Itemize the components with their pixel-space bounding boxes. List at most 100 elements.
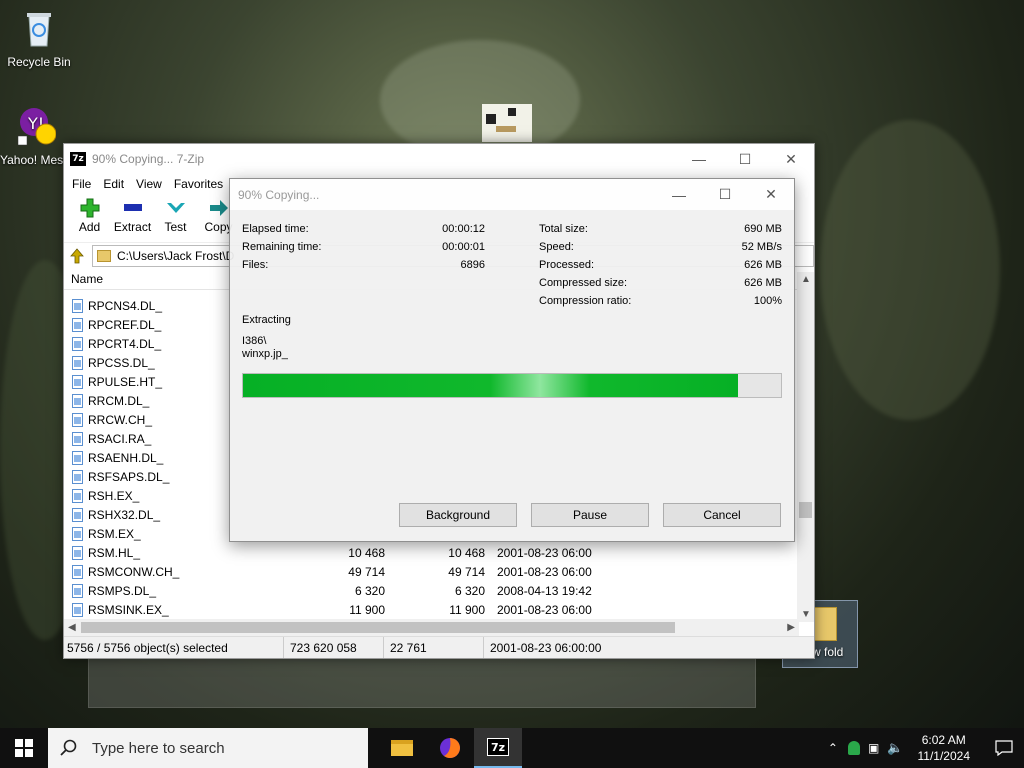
search-placeholder: Type here to search bbox=[92, 739, 225, 757]
stat-elapsed-value: 00:00:12 bbox=[442, 223, 485, 235]
stat-elapsed-label: Elapsed time: bbox=[242, 223, 309, 235]
operation-label: Extracting bbox=[242, 314, 291, 326]
dialog-close-button[interactable]: ✕ bbox=[748, 180, 794, 210]
address-text: C:\Users\Jack Frost\D bbox=[117, 248, 235, 263]
file-icon bbox=[72, 374, 83, 389]
current-file: winxp.jp_ bbox=[242, 348, 288, 360]
file-explorer-icon bbox=[391, 740, 413, 756]
close-button[interactable]: ✕ bbox=[768, 144, 814, 174]
status-total: 723 620 058 bbox=[284, 637, 384, 658]
add-label: Add bbox=[78, 220, 101, 234]
file-icon bbox=[72, 431, 83, 446]
extract-button[interactable]: Extract bbox=[111, 196, 154, 234]
start-button[interactable] bbox=[0, 728, 48, 768]
dialog-titlebar[interactable]: 90% Copying... — ☐ ✕ bbox=[230, 179, 794, 210]
status-date: 2001-08-23 06:00:00 bbox=[490, 640, 602, 655]
chevron-up-icon[interactable]: ⌃ bbox=[828, 741, 838, 755]
recycle-bin-icon bbox=[27, 13, 51, 47]
pixel-art-icon bbox=[482, 104, 532, 142]
zip-titlebar[interactable]: 7z 90% Copying... 7-Zip — ☐ ✕ bbox=[64, 144, 814, 174]
scroll-down-icon[interactable]: ▼ bbox=[801, 609, 811, 620]
zip-window-title: 90% Copying... 7-Zip bbox=[92, 152, 205, 166]
file-icon bbox=[72, 450, 83, 465]
table-row[interactable]: RSMPS.DL_ 6 320 6 320 2008-04-13 19:42 bbox=[64, 581, 799, 600]
file-size: 6 320 bbox=[354, 583, 385, 598]
7zip-taskbar-icon: 7z bbox=[487, 738, 509, 756]
taskbar-search[interactable]: Type here to search bbox=[48, 728, 368, 768]
stat-compression-ratio-label: Compression ratio: bbox=[539, 295, 632, 307]
file-icon bbox=[72, 526, 83, 541]
vertical-scrollbar[interactable]: ▲ ▼ bbox=[797, 272, 814, 622]
stat-processed-value: 626 MB bbox=[744, 259, 782, 271]
file-icon bbox=[72, 545, 83, 560]
taskbar-firefox[interactable] bbox=[426, 728, 474, 768]
file-modified: 2008-04-13 19:42 bbox=[497, 583, 592, 598]
current-path: I386\ bbox=[242, 335, 267, 347]
scroll-left-icon[interactable]: ◀ bbox=[68, 622, 76, 633]
cancel-button[interactable]: Cancel bbox=[663, 503, 781, 527]
desktop-icon-recycle-bin[interactable]: Recycle Bin bbox=[0, 8, 78, 69]
desktop-icon-yahoo-messenger[interactable]: Y! Yahoo! Messenger bbox=[0, 106, 72, 167]
menu-file[interactable]: File bbox=[66, 177, 97, 191]
file-icon bbox=[72, 317, 83, 332]
file-icon bbox=[72, 336, 83, 351]
menu-favorites[interactable]: Favorites bbox=[168, 177, 229, 191]
file-packed-size: 11 900 bbox=[449, 602, 485, 617]
file-packed-size: 49 714 bbox=[448, 564, 485, 579]
clock[interactable]: 6:02 AM 11/1/2024 bbox=[918, 732, 971, 764]
test-button[interactable]: Test bbox=[154, 196, 197, 234]
scroll-up-icon[interactable]: ▲ bbox=[801, 274, 811, 285]
table-row[interactable]: RSMSINK.EX_ 11 900 11 900 2001-08-23 06:00 bbox=[64, 600, 799, 619]
dialog-minimize-button[interactable]: — bbox=[656, 180, 702, 210]
minimize-button[interactable]: — bbox=[676, 144, 722, 174]
network-icon[interactable]: ▣ bbox=[868, 741, 879, 755]
file-modified: 2001-08-23 06:00 bbox=[497, 545, 592, 560]
minus-icon bbox=[111, 196, 154, 220]
file-icon bbox=[72, 507, 83, 522]
file-icon bbox=[72, 393, 83, 408]
status-item: 22 761 bbox=[384, 637, 484, 658]
dialog-title: 90% Copying... bbox=[238, 187, 320, 202]
taskbar-7zip[interactable]: 7z bbox=[474, 728, 522, 768]
background-button[interactable]: Background bbox=[399, 503, 517, 527]
table-row[interactable]: RSMCONW.CH_ 49 714 49 714 2001-08-23 06:00 bbox=[64, 562, 799, 581]
yahoo-messenger-icon: Y! bbox=[17, 108, 57, 146]
file-icon bbox=[72, 298, 83, 313]
volume-icon[interactable]: 🔈 bbox=[887, 740, 903, 756]
clock-date: 11/1/2024 bbox=[917, 749, 971, 763]
notification-icon[interactable] bbox=[984, 740, 1024, 756]
horizontal-scroll-thumb[interactable] bbox=[81, 622, 675, 633]
check-icon bbox=[154, 196, 197, 220]
pause-button[interactable]: Pause bbox=[531, 503, 649, 527]
file-packed-size: 10 468 bbox=[448, 545, 485, 560]
stat-compression-ratio-value: 100% bbox=[753, 295, 782, 307]
maximize-button[interactable]: ☐ bbox=[722, 144, 768, 174]
taskbar-file-explorer[interactable] bbox=[378, 728, 426, 768]
stat-total-size-value: 690 MB bbox=[744, 223, 782, 235]
add-button[interactable]: Add bbox=[68, 196, 111, 234]
plus-icon bbox=[68, 196, 111, 220]
vertical-scroll-thumb[interactable] bbox=[799, 502, 812, 518]
horizontal-scrollbar[interactable]: ◀ ▶ bbox=[64, 619, 799, 636]
folder-icon bbox=[97, 249, 111, 262]
file-size: 10 468 bbox=[348, 545, 385, 560]
file-icon bbox=[72, 355, 83, 370]
scroll-right-icon[interactable]: ▶ bbox=[787, 622, 795, 633]
stat-compressed-size-label: Compressed size: bbox=[539, 277, 628, 289]
dialog-maximize-button[interactable]: ☐ bbox=[702, 180, 748, 210]
stat-remaining-value: 00:00:01 bbox=[442, 241, 485, 253]
menu-edit[interactable]: Edit bbox=[97, 177, 130, 191]
user-icon[interactable] bbox=[847, 741, 860, 755]
file-name: RSMCONW.CH_ bbox=[88, 564, 180, 579]
stat-total-size-label: Total size: bbox=[539, 223, 588, 235]
file-icon bbox=[72, 469, 83, 484]
up-folder-icon[interactable] bbox=[68, 247, 86, 265]
menu-view[interactable]: View bbox=[130, 177, 168, 191]
stat-compressed-size-value: 626 MB bbox=[744, 277, 782, 289]
table-row[interactable]: RSM.HL_ 10 468 10 468 2001-08-23 06:00 bbox=[64, 543, 799, 562]
file-icon bbox=[72, 564, 83, 579]
column-header-label: Name bbox=[71, 271, 104, 286]
file-size: 49 714 bbox=[348, 564, 385, 579]
firefox-icon bbox=[440, 738, 460, 758]
stat-files-value: 6896 bbox=[460, 259, 485, 271]
